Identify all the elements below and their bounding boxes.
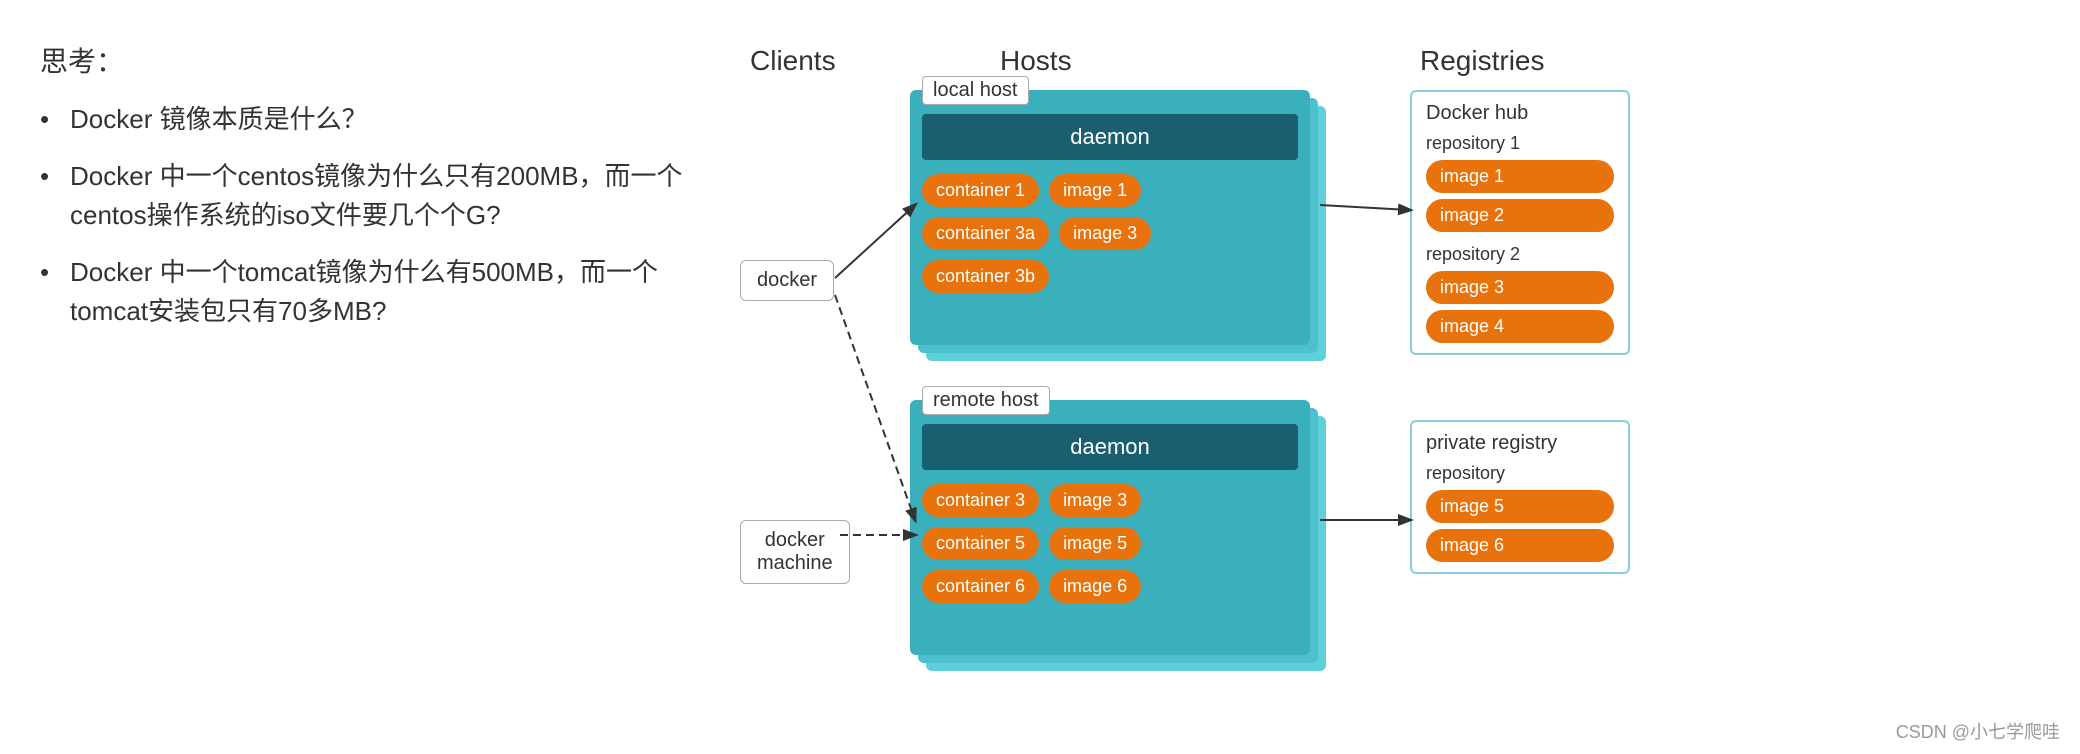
remote-row-1: container 3 image 3 [922,484,1298,517]
watermark: CSDN @小七学爬哇 [1896,718,2060,744]
local-host-label: local host [933,79,1018,101]
local-container-3a: container 3a [922,217,1049,250]
repo1-image1: image 1 [1426,160,1614,193]
right-panel: Clients Hosts Registries docker dockerma… [720,30,2040,724]
docker-hub-box: Docker hub repository 1 image 1 image 2 … [1410,90,1630,355]
private-image5: image 5 [1426,490,1614,523]
local-row-1: container 1 image 1 [922,174,1298,207]
col-header-hosts: Hosts [1000,45,1072,77]
local-daemon-bar: daemon [922,114,1298,160]
remote-host-main-box: remote host daemon container 3 image 3 c… [910,400,1310,655]
local-container-3b: container 3b [922,260,1049,293]
remote-container-6: container 6 [922,570,1039,603]
docker-machine-box: dockermachine [740,520,850,584]
private-registry-box: private registry repository image 5 imag… [1410,420,1630,574]
local-image-3: image 3 [1059,217,1151,250]
bullet-list: Docker 镜像本质是什么？ Docker 中一个centos镜像为什么只有2… [40,100,720,331]
col-header-clients: Clients [750,45,836,77]
remote-container-5: container 5 [922,527,1039,560]
private-repo-label: repository [1426,463,1614,484]
remote-host-label: remote host [933,389,1039,411]
private-image6: image 6 [1426,529,1614,562]
remote-image-3: image 3 [1049,484,1141,517]
local-container-1: container 1 [922,174,1039,207]
bullet-item-1: Docker 镜像本质是什么？ [40,100,720,139]
docker-machine-label: dockermachine [757,529,833,574]
remote-host-group: remote host daemon container 3 image 3 c… [910,400,1330,670]
docker-client-label: docker [757,269,817,291]
bullet-item-2: Docker 中一个centos镜像为什么只有200MB，而一个centos操作… [40,157,720,235]
remote-daemon-bar: daemon [922,424,1298,470]
docker-hub-label: Docker hub [1426,102,1614,125]
bullet-item-3: Docker 中一个tomcat镜像为什么有500MB，而一个tomcat安装包… [40,253,720,331]
remote-image-5: image 5 [1049,527,1141,560]
left-panel: 思考： Docker 镜像本质是什么？ Docker 中一个centos镜像为什… [40,30,720,724]
remote-row-2: container 5 image 5 [922,527,1298,560]
local-host-main-box: local host daemon container 1 image 1 co… [910,90,1310,345]
remote-row-3: container 6 image 6 [922,570,1298,603]
local-image-1: image 1 [1049,174,1141,207]
remote-image-6: image 6 [1049,570,1141,603]
local-host-group: local host daemon container 1 image 1 co… [910,90,1330,360]
repo2-image3: image 3 [1426,271,1614,304]
private-registry-label: private registry [1426,432,1614,455]
repo1-image2: image 2 [1426,199,1614,232]
repo2-label: repository 2 [1426,244,1614,265]
docker-client-box: docker [740,260,834,301]
repo1-label: repository 1 [1426,133,1614,154]
remote-host-label-box: remote host [922,386,1050,415]
remote-container-3: container 3 [922,484,1039,517]
think-label: 思考： [40,40,720,80]
local-daemon-label: daemon [1070,124,1150,149]
diagram-container: Clients Hosts Registries docker dockerma… [720,30,2040,724]
repo2-image4: image 4 [1426,310,1614,343]
local-row-3: container 3b [922,260,1298,293]
local-row-2: container 3a image 3 [922,217,1298,250]
local-host-label-box: local host [922,76,1029,105]
remote-daemon-label: daemon [1070,434,1150,459]
col-header-registries: Registries [1420,45,1544,77]
